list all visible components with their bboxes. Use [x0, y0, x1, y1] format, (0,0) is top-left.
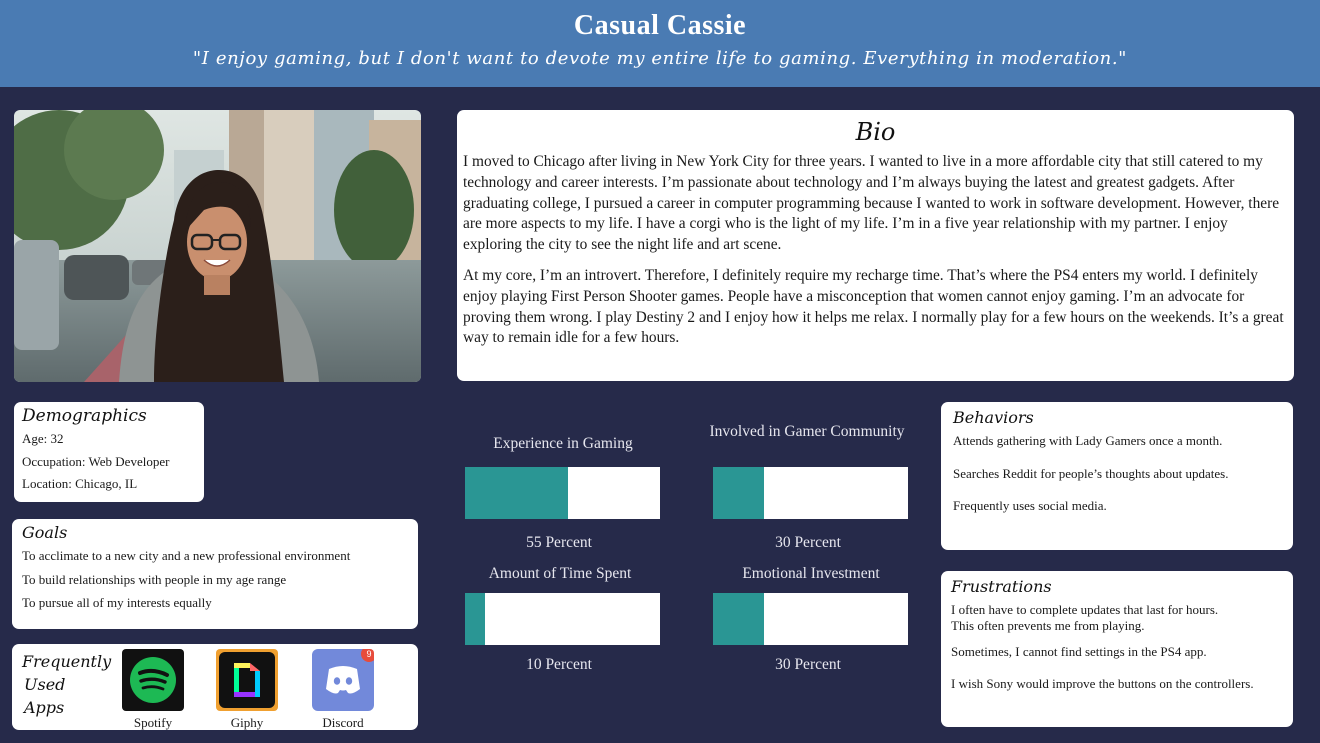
- frustration-item: Sometimes, I cannot find settings in the…: [951, 644, 1207, 659]
- demographics-location: Location: Chicago, IL: [22, 476, 138, 491]
- giphy-icon: [216, 649, 278, 711]
- goal-item: To acclimate to a new city and a new pro…: [22, 548, 351, 563]
- app-giphy[interactable]: Giphy: [212, 649, 282, 731]
- spotify-icon: [122, 649, 184, 711]
- bio-title: Bio: [855, 118, 896, 146]
- photo-illustration: [14, 110, 421, 382]
- meter-fill: [713, 593, 764, 645]
- bio-paragraph: At my core, I’m an introvert. Therefore,…: [463, 266, 1284, 347]
- meter-fill: [465, 467, 569, 519]
- meter-value: 10 Percent: [526, 656, 592, 673]
- meter-title: Emotional Investment: [742, 565, 880, 582]
- meter-value: 30 Percent: [775, 534, 841, 551]
- app-name: Giphy: [230, 715, 264, 730]
- meter-title: Experience in Gaming: [493, 435, 633, 452]
- goal-item: To pursue all of my interests equally: [22, 595, 212, 610]
- persona-photo: [14, 110, 421, 382]
- meter-fill: [713, 467, 764, 519]
- apps-title: Frequently Used Apps: [22, 650, 111, 719]
- persona-name: Casual Cassie: [573, 10, 747, 41]
- behavior-item: Frequently uses social media.: [953, 498, 1107, 513]
- demographics-occupation: Occupation: Web Developer: [22, 453, 170, 469]
- meter-value: 30 Percent: [775, 656, 841, 673]
- behaviors-card: Behaviors Attends gathering with Lady Ga…: [941, 402, 1293, 550]
- behavior-item: Searches Reddit for people’s thoughts ab…: [953, 465, 1229, 481]
- app-name: Spotify: [133, 715, 173, 730]
- meter-title: Involved in Gamer Community: [709, 423, 905, 440]
- frustration-item: I wish Sony would improve the buttons on…: [951, 676, 1254, 691]
- discord-badge: 9: [366, 649, 371, 659]
- goal-item: To build relationships with people in my…: [22, 571, 287, 587]
- frustration-item: I often have to complete updates that la…: [951, 602, 1219, 633]
- app-discord[interactable]: 9 Discord: [308, 649, 378, 731]
- header-banner: Casual Cassie "I enjoy gaming, but I don…: [0, 0, 1320, 87]
- meter-bar: [713, 593, 908, 645]
- demographics-age: Age: 32: [22, 431, 64, 446]
- apps-title-line: Frequently: [22, 652, 112, 671]
- meter-bar: [713, 467, 908, 519]
- apps-title-line: Apps: [24, 698, 65, 717]
- persona-quote: "I enjoy gaming, but I don't want to dev…: [192, 48, 1128, 69]
- apps-title-line: Used: [24, 675, 66, 694]
- bio-card: Bio I moved to Chicago after living in N…: [457, 110, 1294, 381]
- meter-bar: [465, 593, 660, 645]
- frustrations-card: Frustrations I often have to complete up…: [941, 571, 1293, 727]
- behavior-item: Attends gathering with Lady Gamers once …: [953, 433, 1223, 448]
- meter-title: Amount of Time Spent: [488, 565, 632, 582]
- behaviors-title: Behaviors: [953, 408, 1034, 427]
- bio-paragraph: I moved to Chicago after living in New Y…: [463, 153, 1280, 254]
- frustrations-title: Frustrations: [951, 577, 1052, 596]
- goals-title: Goals: [22, 523, 68, 542]
- demographics-card: Demographics Age: 32 Occupation: Web Dev…: [14, 402, 204, 502]
- discord-icon: 9: [312, 649, 374, 711]
- meter-fill: [465, 593, 485, 645]
- goals-card: Goals To acclimate to a new city and a n…: [12, 519, 418, 629]
- meter-bar: [465, 467, 660, 519]
- meter-value: 55 Percent: [526, 534, 592, 551]
- demographics-title: Demographics: [22, 406, 147, 426]
- frequently-used-apps-card: Frequently Used Apps Spotify Giphy 9 Dis…: [12, 644, 418, 730]
- app-spotify[interactable]: Spotify: [118, 649, 188, 731]
- app-name: Discord: [322, 715, 364, 730]
